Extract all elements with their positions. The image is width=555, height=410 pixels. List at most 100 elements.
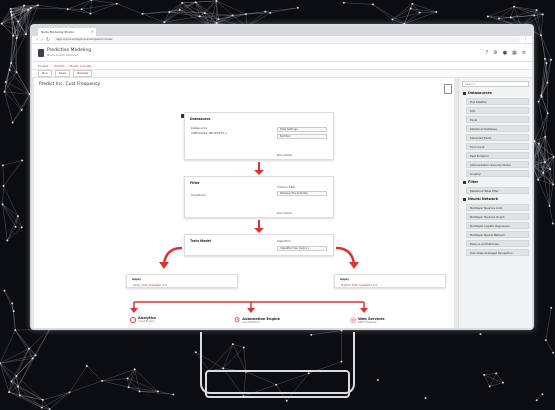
network-line (127, 378, 129, 388)
node-title: Train Model (190, 239, 211, 243)
network-dot (25, 33, 28, 36)
node-title: Apply (132, 277, 141, 281)
help-icon[interactable]: ? (486, 50, 489, 56)
network-dot (544, 135, 547, 138)
network-dot (34, 354, 37, 357)
network-line (536, 394, 543, 401)
network-dot (15, 375, 18, 378)
sidebar-item[interactable]: Flat Datafile (466, 98, 529, 105)
sidebar-section-label: Neural Network (468, 197, 499, 201)
output-automation[interactable]: ⚙ Automation Engine Live Workflow (234, 316, 280, 324)
sidebar-item[interactable]: Multilayer Neurons Graph (466, 213, 529, 220)
network-dot (513, 5, 516, 8)
output-web-services[interactable]: ◎ Web Services REST Endpoint (350, 316, 385, 324)
sidebar-item[interactable]: Administration Security Model (466, 161, 529, 168)
sidebar-item[interactable]: Graphql (466, 170, 529, 177)
back-icon[interactable]: ‹ (36, 37, 38, 43)
network-dot (14, 329, 17, 332)
network-line (549, 205, 554, 224)
network-dot (203, 12, 206, 15)
sidebar-item[interactable]: Form Input (466, 143, 529, 150)
train-model-node[interactable]: Train Model Algorithm Classifier tree (A… (184, 234, 334, 256)
network-dot (552, 183, 555, 186)
search-input[interactable]: Search (462, 81, 529, 87)
sidebar-section-label: Datasources (468, 91, 492, 95)
sidebar-item[interactable]: Relational Table Filter (466, 187, 529, 194)
network-dot (543, 57, 546, 60)
filter-node[interactable]: Filter Conditions Between Fiscal Dates C… (184, 176, 334, 218)
menu-icon[interactable]: ⋮ (523, 37, 528, 43)
project-name: Predict Inc. Cust Frequency (39, 82, 101, 87)
sidebar-item[interactable]: Relational Database (466, 125, 529, 132)
network-line (8, 381, 12, 393)
network-dot (11, 302, 14, 305)
network-dot (41, 398, 44, 401)
network-dot (497, 17, 500, 20)
network-dot (27, 347, 30, 350)
network-dot (178, 9, 181, 12)
network-dot (101, 379, 104, 382)
settings-icon[interactable]: ⚙ (493, 50, 497, 56)
datasource-node[interactable]: Datasource Datasource CRM/SALES, PRODUCT… (184, 112, 334, 160)
run-button[interactable]: Run (38, 70, 52, 77)
reload-icon[interactable]: ↻ (46, 37, 50, 43)
grid-icon[interactable]: ▦ (512, 50, 517, 56)
date-settings-field[interactable]: Date Settings (277, 127, 327, 132)
browser-tab[interactable]: Node Modeling Studio × (38, 28, 96, 36)
sidebar-item[interactable]: Rest Endpoint (466, 152, 529, 159)
sidebar-item[interactable]: Excel (466, 116, 529, 123)
partition-field[interactable]: Partition (277, 134, 327, 139)
forward-icon[interactable]: › (41, 37, 43, 43)
canvas[interactable]: Predict Inc. Cust Frequency Datasource D… (34, 78, 454, 328)
save-button[interactable]: Save (54, 70, 71, 77)
user-icon[interactable]: ● (503, 50, 507, 56)
conditions-field[interactable]: Between Fiscal Dates (277, 191, 327, 196)
network-line (2, 204, 8, 241)
redraw-button[interactable]: Redraw (73, 70, 93, 77)
sidebar-item[interactable]: Base vs All Multiclass (466, 240, 529, 247)
node-label: Apply Tree Classifier 4.0 (133, 283, 167, 287)
network-dot (19, 394, 22, 397)
sidebar-item[interactable]: Tree Class Averaged Perceptron (466, 249, 529, 256)
node-footer[interactable]: Run Cache (277, 211, 292, 215)
network-dot (198, 15, 201, 18)
sidebar: Search Datasources Flat Datafile SQL Excel R… (458, 78, 532, 328)
network-dot (231, 14, 234, 17)
network-line (142, 13, 165, 23)
node-label: Algorithm (277, 239, 291, 243)
output-sub: REST Endpoint (358, 320, 377, 324)
apply-left-node[interactable]: Apply Apply Tree Classifier 4.0 (126, 274, 238, 288)
network-dot (163, 21, 166, 24)
close-icon[interactable]: × (91, 28, 94, 36)
apply-right-node[interactable]: Apply Predict Train Classifier 4.0 (334, 274, 446, 288)
database-icon (463, 91, 466, 95)
network-line (2, 204, 19, 217)
network-line (498, 17, 511, 19)
address-field[interactable]: app.cloud-analytics.example/modeler (53, 37, 520, 42)
sidebar-item[interactable]: Extracted Fields (466, 134, 529, 141)
sidebar-item[interactable]: Multilayer Neurons Auto (466, 204, 529, 211)
network-line (552, 156, 554, 185)
algorithm-field[interactable]: Classifier tree (Auto) v (277, 246, 327, 251)
network-dot (264, 10, 267, 13)
breadcrumb-item[interactable]: Project (38, 64, 48, 68)
sidebar-item[interactable]: Multilayer Neural Network (466, 231, 529, 238)
network-dot (36, 4, 39, 7)
menu-icon[interactable]: ≡ (522, 50, 526, 56)
sidebar-item[interactable]: Multilayer Logistic Regression (466, 222, 529, 229)
network-line (1, 21, 19, 24)
network-line (545, 307, 552, 341)
output-analytics[interactable]: Analytics Cloud Engine (130, 316, 156, 323)
breadcrumb-item[interactable]: Predict — Model 1 Graph (54, 64, 91, 68)
network-line (0, 354, 36, 364)
network-line (86, 365, 103, 382)
network-line (540, 14, 544, 36)
network-line (540, 35, 546, 59)
browser-tabbar: Node Modeling Studio × (32, 26, 532, 36)
network-dot (4, 81, 7, 84)
node-footer[interactable]: Run Cache (277, 153, 292, 157)
app-subtitle: Node Graph Modeler (47, 53, 79, 57)
sidebar-item[interactable]: SQL (466, 107, 529, 114)
network-dot (540, 95, 543, 98)
trash-icon[interactable] (444, 84, 452, 94)
